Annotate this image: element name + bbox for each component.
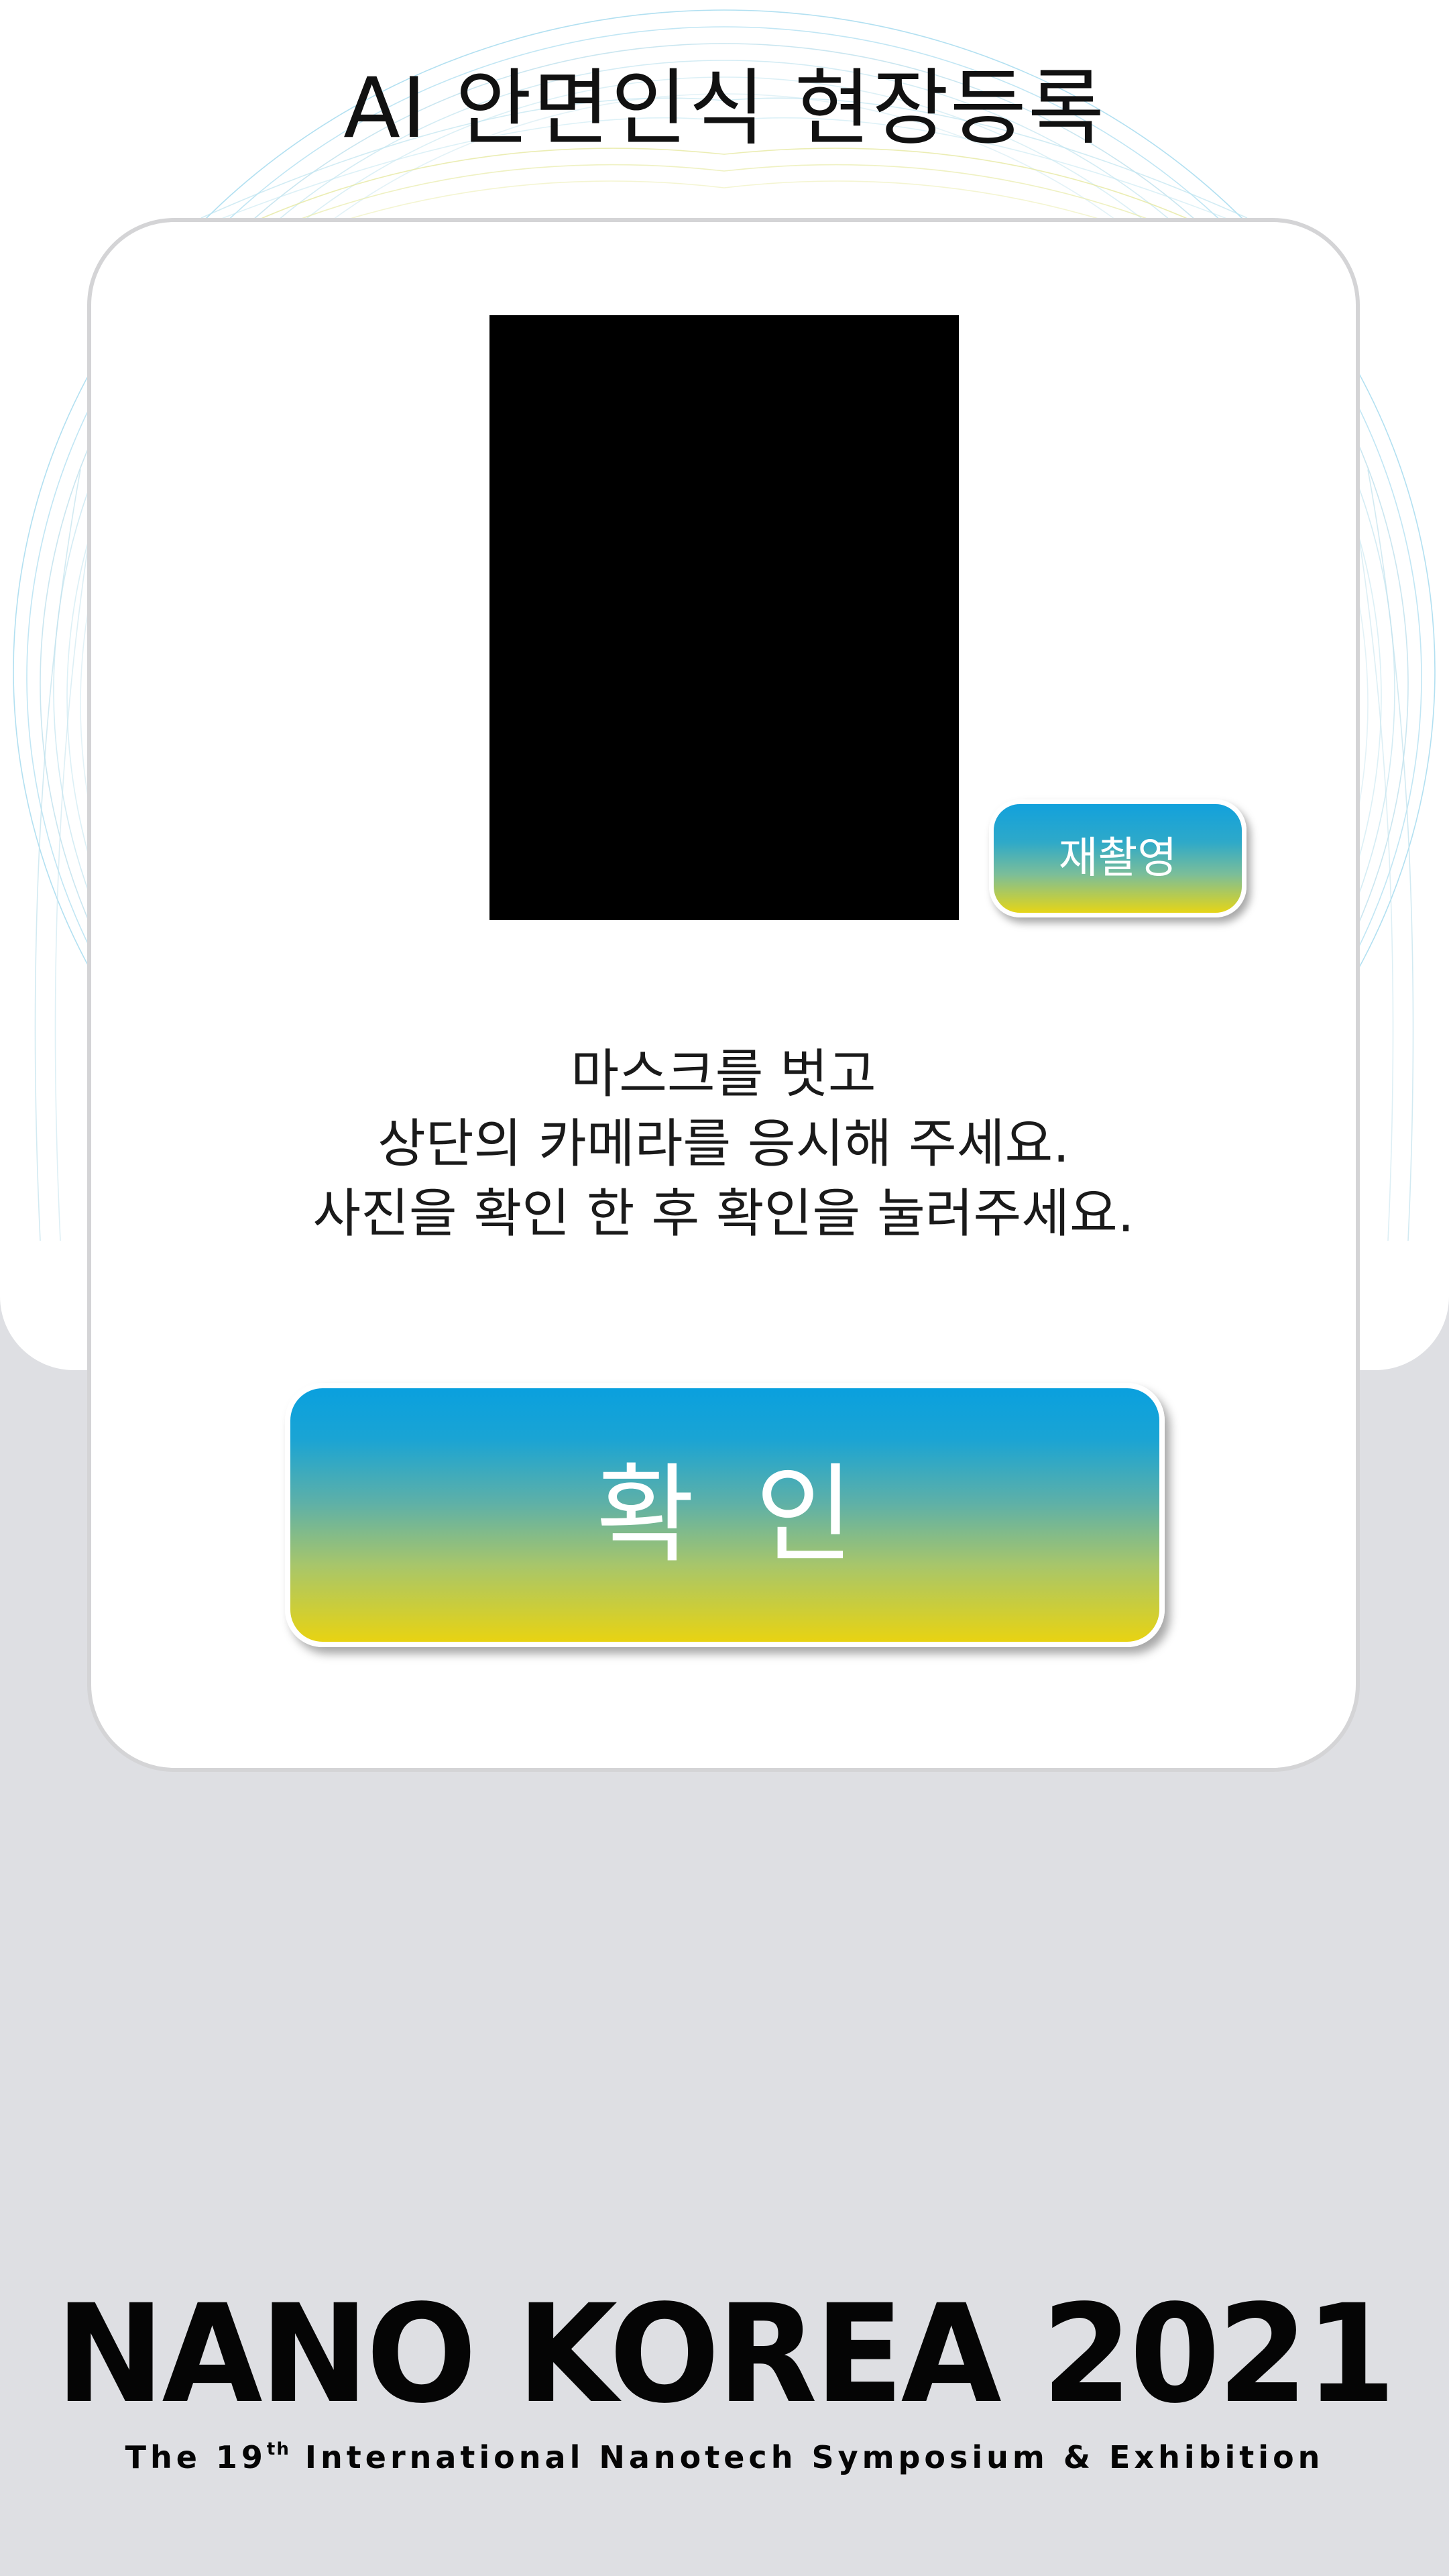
footer-logo: NANO KOREA 2021 The 19th International N… [0,2275,1449,2477]
instruction-line-1: 마스크를 벗고 [571,1044,876,1105]
camera-photo-preview [489,315,959,920]
subtitle-prefix: The 19 [125,2439,267,2475]
page-title: AI 안면인식 현장등록 [343,60,1106,157]
event-title: NANO KOREA 2021 [56,2275,1396,2433]
confirm-button[interactable]: 확인 [285,1383,1165,1647]
subtitle-suffix: International Nanotech Symposium & Exhib… [290,2439,1324,2475]
subtitle-ordinal: th [266,2439,290,2459]
instructions-text: 마스크를 벗고 상단의 카메라를 응시해 주세요. 사진을 확인 한 후 확인을… [87,1040,1360,1249]
instruction-line-2: 상단의 카메라를 응시해 주세요. [377,1114,1070,1174]
retake-button[interactable]: 재촬영 [989,799,1247,917]
event-subtitle: The 19th International Nanotech Symposiu… [0,2429,1449,2477]
instruction-line-3: 사진을 확인 한 후 확인을 눌러주세요. [312,1184,1135,1244]
